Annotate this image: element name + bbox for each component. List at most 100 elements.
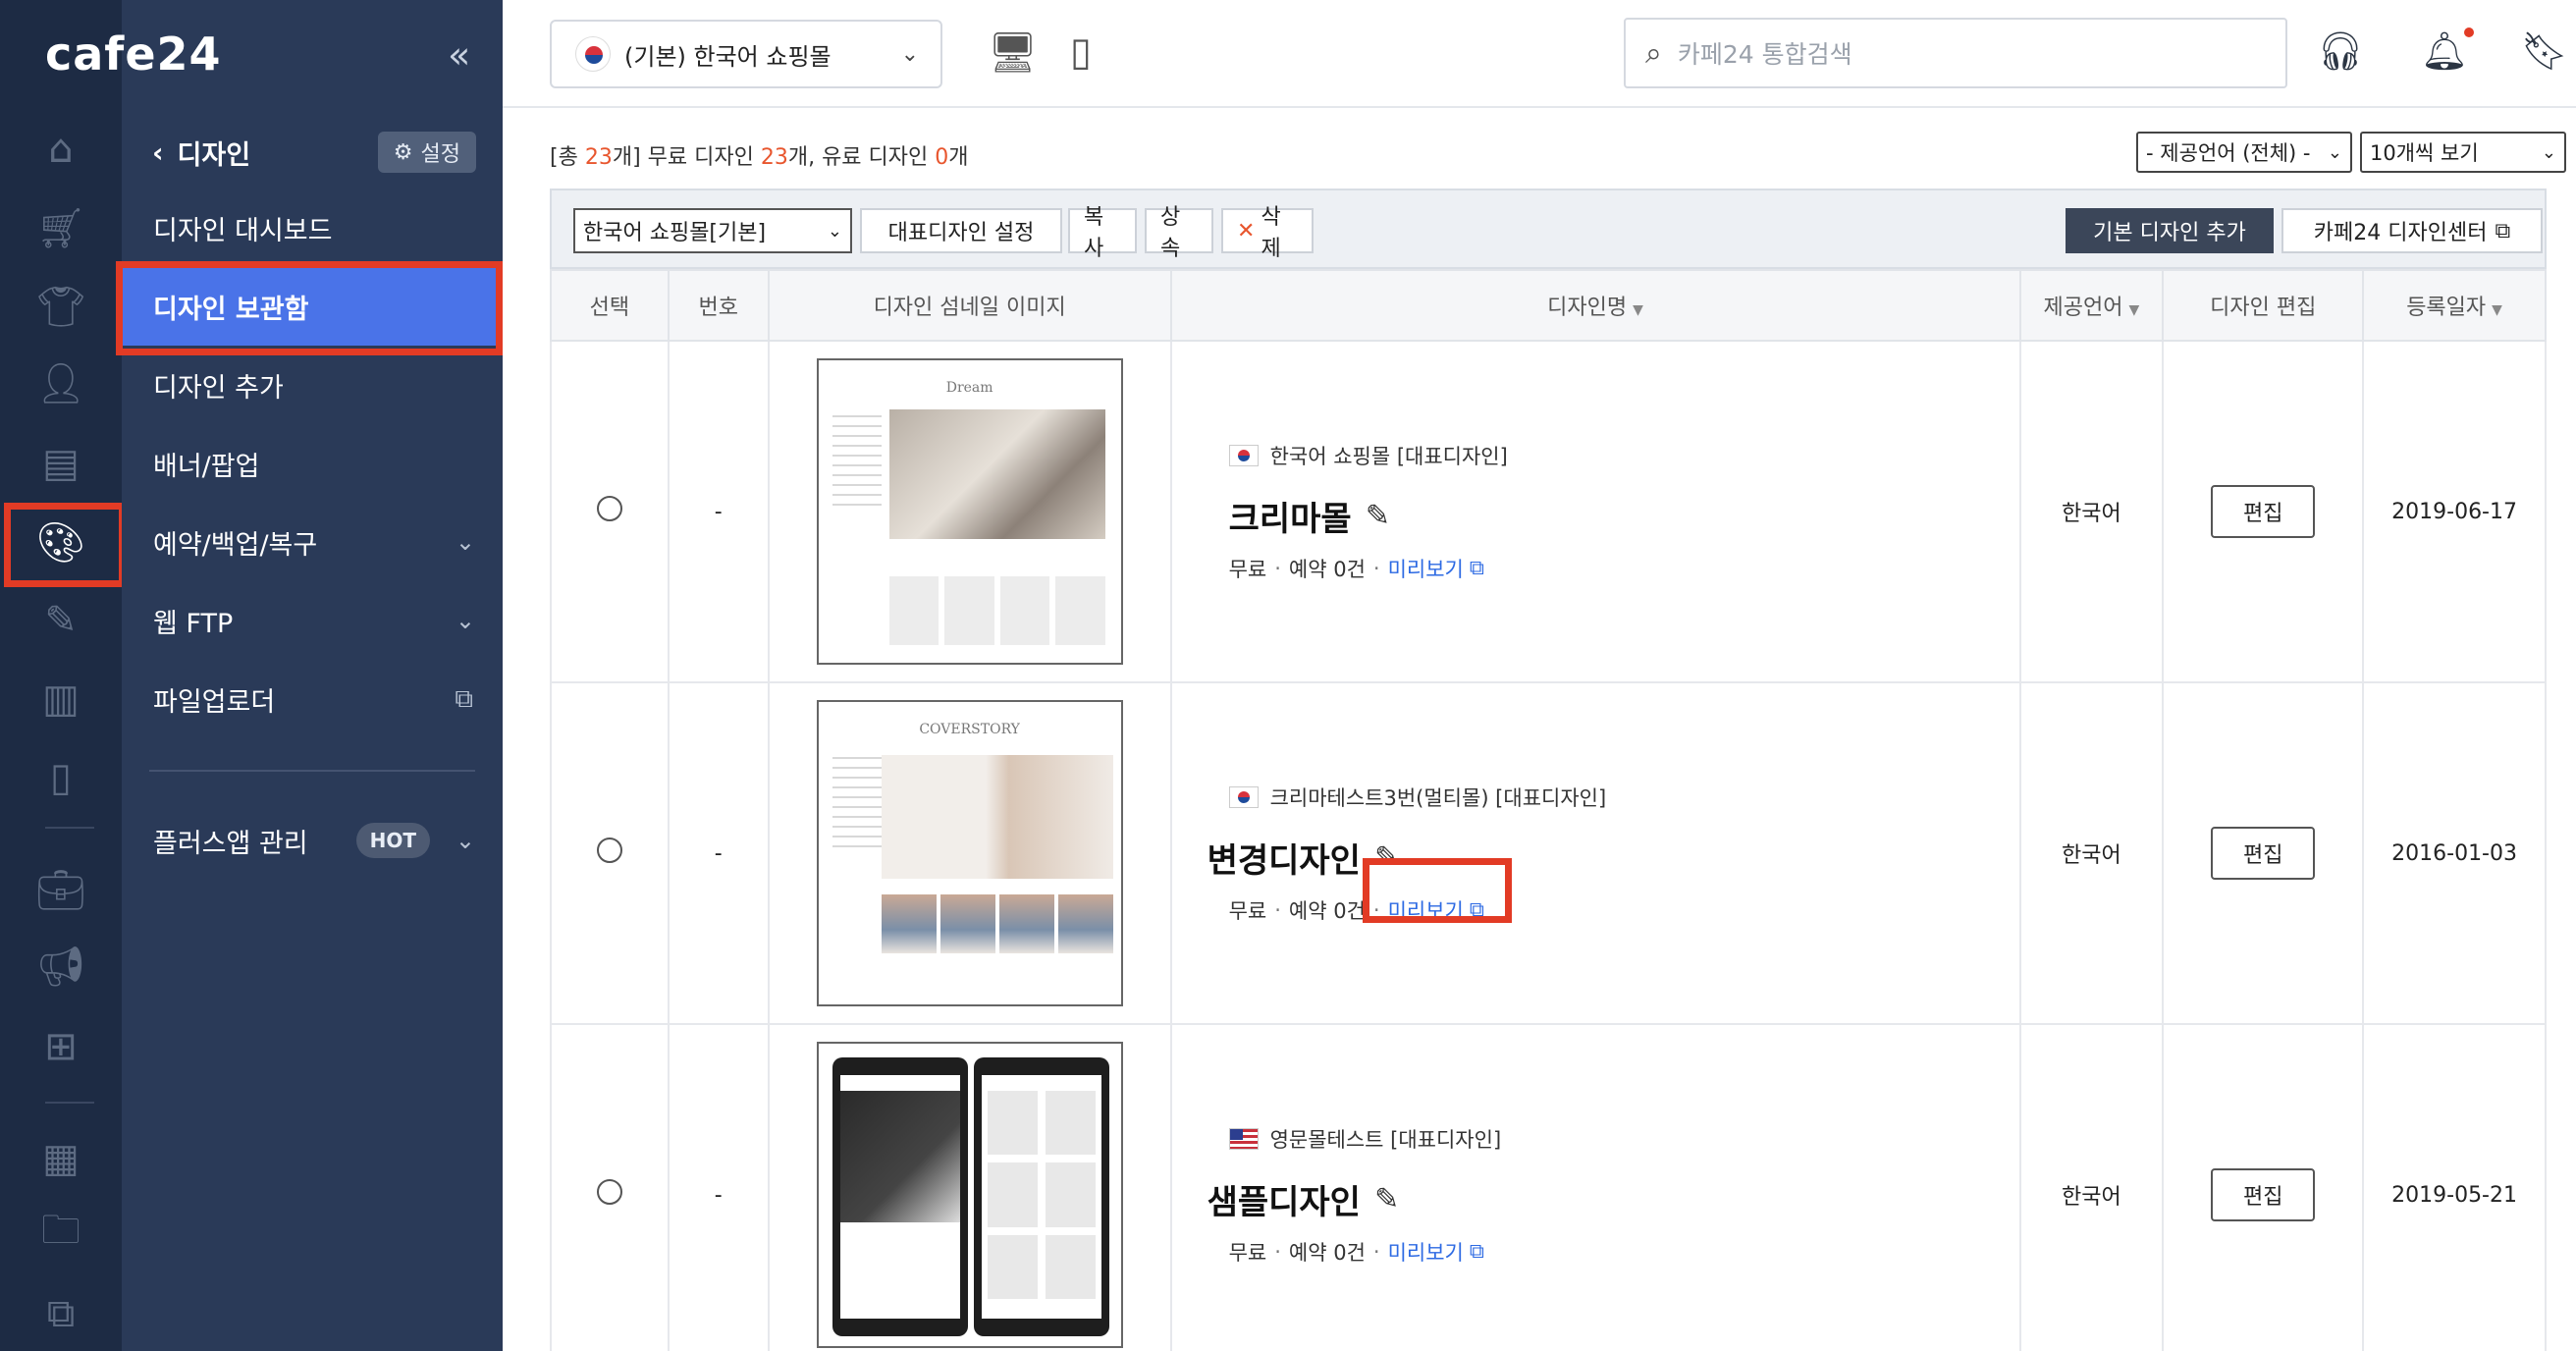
design-table: 선택 번호 디자인 섬네일 이미지 디자인명 ▼ 제공언어 ▼ 디자인 편집 등록일… bbox=[550, 269, 2547, 1351]
per-page-select[interactable]: 10개씩 보기 ⌄ bbox=[2360, 132, 2566, 173]
logo[interactable]: cafe24 bbox=[45, 27, 222, 81]
desktop-icon[interactable]: 🖥︎ bbox=[988, 29, 1038, 76]
edit-button[interactable]: 편집 bbox=[2211, 1168, 2316, 1221]
settings-label: 설정 bbox=[420, 142, 460, 167]
design-meta: 무료 · 예약 0건 · 미리보기 ⧉ bbox=[1229, 554, 2019, 583]
delete-button[interactable]: ✕ 삭제 bbox=[1221, 205, 1314, 261]
thumbnail-brand: COVERSTORY bbox=[919, 722, 1020, 737]
nav-item-plus-app[interactable]: 플러스앱 관리 HOT ⌄ bbox=[122, 801, 503, 880]
tablet-mockup-left bbox=[832, 1057, 968, 1336]
nav-item-label: 플러스앱 관리 bbox=[153, 828, 308, 859]
hot-badge: HOT bbox=[355, 823, 430, 858]
list-icon[interactable]: ▤ bbox=[0, 426, 122, 501]
nav-item-web-ftp[interactable]: 웹 FTP ⌄ bbox=[122, 581, 503, 660]
language-filter-select[interactable]: - 제공언어 (전체) - ⌄ bbox=[2136, 132, 2352, 173]
icon-rail: ⌂ 🛒︎ 👕︎ 👤︎ ▤ 🎨︎ ✎ ▥ ▯ 💼︎ 📢︎ ⊞ ▦ 🗀 ⧉ bbox=[0, 0, 122, 1351]
thumbnail-sidebar bbox=[832, 749, 882, 847]
design-thumbnail: Dream bbox=[816, 358, 1123, 665]
sort-caret-icon: ▼ bbox=[2492, 302, 2502, 318]
table-header-row: 선택 번호 디자인 섬네일 이미지 디자인명 ▼ 제공언어 ▼ 디자인 편집 등록일… bbox=[550, 269, 2547, 342]
language-cell: 한국어 bbox=[2018, 681, 2165, 1025]
header-date[interactable]: 등록일자 ▼ bbox=[2362, 269, 2547, 342]
external-link-icon: ⧉ bbox=[1469, 1239, 1484, 1263]
header-design-name[interactable]: 디자인명 ▼ bbox=[1169, 269, 2021, 342]
row-select-radio[interactable] bbox=[596, 496, 622, 521]
pencil-icon[interactable]: ✎ bbox=[1366, 499, 1390, 533]
chevron-down-icon: ⌄ bbox=[455, 827, 475, 854]
header-number: 번호 bbox=[667, 269, 770, 342]
nav-item-design-add[interactable]: 디자인 추가 bbox=[122, 346, 503, 424]
mobile-icon[interactable]: ▯ bbox=[0, 740, 122, 815]
chevron-down-icon: ⌄ bbox=[900, 41, 919, 67]
summary-text: [총 bbox=[550, 145, 585, 170]
pencil-icon[interactable]: ✎ bbox=[1374, 1182, 1399, 1216]
notification-dot bbox=[2464, 27, 2475, 37]
nav-item-label: 배너/팝업 bbox=[153, 451, 260, 482]
copy-button[interactable]: 복사 bbox=[1068, 205, 1137, 261]
toolbar-shop-select[interactable]: 한국어 쇼핑몰[기본] ⌄ bbox=[573, 208, 852, 253]
collapse-sidebar-icon[interactable]: « bbox=[448, 33, 470, 77]
set-main-design-button[interactable]: 대표디자인 설정 bbox=[860, 208, 1062, 253]
search-placeholder: 카페24 통합검색 bbox=[1677, 40, 1852, 69]
preview-label: 미리보기 bbox=[1387, 1240, 1464, 1265]
design-thumbnail: COVERSTORY bbox=[816, 700, 1123, 1006]
usa-flag-icon bbox=[1228, 1127, 1259, 1150]
back-chevron-icon[interactable]: ‹ bbox=[152, 136, 164, 169]
design-meta: 무료 · 예약 0건 · 미리보기 ⧉ bbox=[1229, 1237, 2019, 1267]
cart-icon[interactable]: 🛒︎ bbox=[0, 190, 122, 265]
shop-selector[interactable]: (기본) 한국어 쇼핑몰 ⌄ bbox=[550, 20, 942, 88]
row-select-radio[interactable] bbox=[596, 1179, 622, 1205]
folder-add-icon[interactable]: 🗀 bbox=[0, 1198, 122, 1272]
edit-button[interactable]: 편집 bbox=[2211, 827, 2316, 880]
design-storage-highlight-box bbox=[116, 261, 503, 355]
shop-label: 크리마테스트3번(멀티몰) [대표디자인] bbox=[1228, 783, 2019, 812]
briefcase-icon[interactable]: 💼︎ bbox=[0, 852, 122, 927]
preview-highlight-box bbox=[1363, 858, 1512, 923]
apps-icon[interactable]: ▦ bbox=[0, 1121, 122, 1196]
edit-button[interactable]: 편집 bbox=[2211, 485, 2316, 538]
stats-icon[interactable]: ▥ bbox=[0, 662, 122, 736]
store-add-icon[interactable]: ⊞ bbox=[0, 1009, 122, 1084]
search-input[interactable]: ⌕ 카페24 통합검색 bbox=[1624, 18, 2287, 88]
settings-button[interactable]: ⚙ 설정 bbox=[377, 132, 476, 173]
copy-icon[interactable]: ⧉ bbox=[0, 1276, 122, 1351]
bookmark-icon[interactable]: 🔖︎ bbox=[2521, 29, 2568, 74]
reserve-label: 예약 0건 bbox=[1288, 1240, 1366, 1265]
korea-flag-icon bbox=[1228, 785, 1259, 808]
nav-item-reserve-backup[interactable]: 예약/백업/복구 ⌄ bbox=[122, 503, 503, 581]
shirt-icon[interactable]: 👕︎ bbox=[0, 269, 122, 344]
palette-highlight-box bbox=[4, 503, 126, 587]
thumbnail-brand: Dream bbox=[945, 380, 993, 396]
bell-icon[interactable]: 🔔︎ bbox=[2421, 27, 2475, 74]
design-center-label: 카페24 디자인센터 bbox=[2313, 221, 2488, 245]
korea-flag-icon bbox=[1228, 444, 1259, 466]
nav-item-label: 예약/백업/복구 bbox=[153, 529, 318, 561]
nav-item-banner-popup[interactable]: 배너/팝업 bbox=[122, 424, 503, 503]
coupon-icon[interactable]: ✎ bbox=[0, 583, 122, 658]
headset-icon[interactable]: 🎧︎ bbox=[2317, 29, 2364, 74]
korea-flag-icon bbox=[575, 36, 611, 72]
nav-section-title[interactable]: ‹ 디자인 ⚙ 설정 bbox=[152, 128, 476, 177]
design-center-button[interactable]: 카페24 디자인센터 ⧉ bbox=[2281, 208, 2543, 253]
nav-item-design-dashboard[interactable]: 디자인 대시보드 bbox=[122, 189, 503, 267]
shop-label: 한국어 쇼핑몰 [대표디자인] bbox=[1228, 441, 2019, 470]
tablet-icon[interactable]: ▯ bbox=[1070, 29, 1092, 75]
table-row: - 영문몰테스트 [대표디자인] 샘플디자인 ✎ 무료 · 예약 0건 · 미리… bbox=[550, 1023, 2547, 1351]
header-label: 제공언어 bbox=[2043, 296, 2123, 320]
add-basic-design-button[interactable]: 기본 디자인 추가 bbox=[2066, 208, 2274, 253]
megaphone-icon[interactable]: 📢︎ bbox=[0, 929, 122, 1003]
price-label: 무료 bbox=[1228, 557, 1267, 581]
header-edit: 디자인 편집 bbox=[2162, 269, 2365, 342]
inherit-button[interactable]: 상속 bbox=[1145, 205, 1213, 261]
design-name: 샘플디자인 ✎ bbox=[1208, 1175, 2019, 1223]
thumbnail-tiles bbox=[888, 576, 1105, 645]
nav-item-file-uploader[interactable]: 파일업로더 ⧉ bbox=[122, 660, 503, 738]
preview-link[interactable]: 미리보기 ⧉ bbox=[1388, 1237, 1484, 1267]
home-icon[interactable]: ⌂ bbox=[0, 112, 122, 187]
row-select-radio[interactable] bbox=[596, 838, 622, 863]
header-language[interactable]: 제공언어 ▼ bbox=[2018, 269, 2165, 342]
header-label: 등록일자 bbox=[2406, 296, 2487, 320]
price-label: 무료 bbox=[1228, 1240, 1267, 1265]
user-icon[interactable]: 👤︎ bbox=[0, 346, 122, 420]
preview-link[interactable]: 미리보기 ⧉ bbox=[1388, 554, 1484, 583]
